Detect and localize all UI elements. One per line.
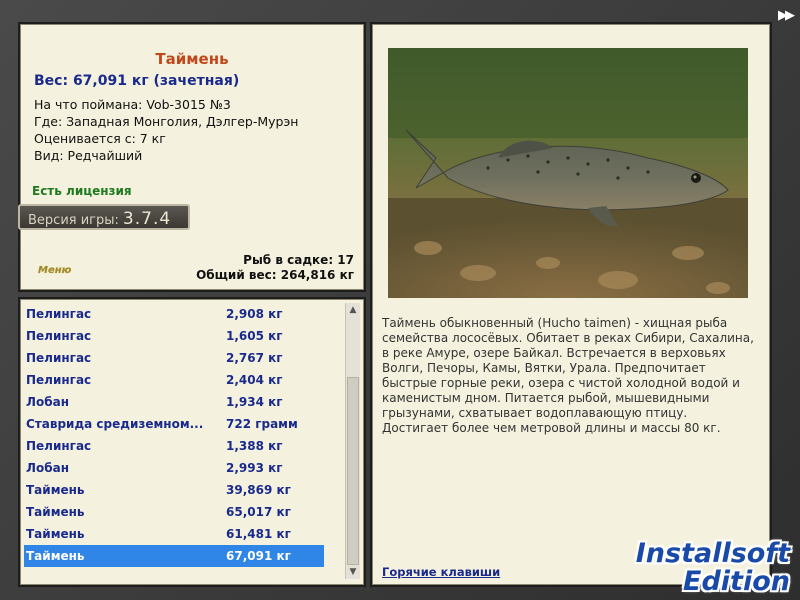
catch-fish-weight: 61,481 кг — [226, 527, 291, 541]
catch-fish-weight: 67,091 кг — [226, 549, 291, 563]
catch-list-item[interactable]: Лобан 2,993 кг — [24, 457, 324, 479]
catch-fish-weight: 65,017 кг — [226, 505, 291, 519]
keep-total-weight: Общий вес: 264,816 кг — [196, 268, 354, 282]
scroll-down-icon[interactable]: ▼ — [346, 565, 360, 579]
catch-list-item[interactable]: Пелингас 1,388 кг — [24, 435, 324, 457]
catch-fish-name: Таймень — [26, 549, 85, 563]
scroll-up-icon[interactable]: ▲ — [346, 303, 360, 317]
catch-fish-name: Таймень — [26, 483, 85, 497]
catch-list-item[interactable]: Таймень 39,869 кг — [24, 479, 324, 501]
catch-list-item[interactable]: Пелингас 2,767 кг — [24, 347, 324, 369]
keep-count: Рыб в садке: 17 — [243, 253, 354, 267]
catch-list-item[interactable]: Пелингас 2,404 кг — [24, 369, 324, 391]
catch-fish-weight: 2,908 кг — [226, 307, 283, 321]
version-label: Версия игры: — [28, 213, 119, 228]
catch-list-panel: Пелингас 2,908 кг Пелингас 1,605 кг Пелингас… — [18, 297, 366, 587]
catch-fish-weight: 2,767 кг — [226, 351, 283, 365]
fish-rarity: Вид: Редчайший — [34, 148, 143, 163]
fish-photo — [388, 48, 748, 298]
version-number: 3.7.4 — [122, 209, 172, 229]
catch-fish-name: Лобан — [26, 461, 69, 475]
game-version-badge: Версия игры: 3.7.4 — [18, 204, 190, 230]
catch-fish-weight: 1,388 кг — [226, 439, 283, 453]
fish-weight: Вес: 67,091 кг (зачетная) — [34, 73, 240, 89]
catch-location: Где: Западная Монголия, Дэлгер-Мурэн — [34, 114, 299, 129]
watermark-line2: Edition — [683, 566, 790, 597]
catch-list-item[interactable]: Пелингас 1,605 кг — [24, 325, 324, 347]
catch-fish-weight: 2,993 кг — [226, 461, 283, 475]
scroll-thumb[interactable] — [347, 377, 359, 565]
catch-fish-name: Таймень — [26, 505, 85, 519]
catch-fish-weight: 722 грамм — [226, 417, 298, 431]
fast-forward-icon[interactable]: ▶▶ — [778, 8, 795, 23]
catch-fish-name: Пелингас — [26, 351, 92, 365]
catch-fish-weight: 39,869 кг — [226, 483, 291, 497]
catch-fish-name: Пелингас — [26, 439, 92, 453]
hotkeys-link[interactable]: Горячие клавиши — [382, 565, 500, 579]
catch-list-item[interactable]: Пелингас 2,908 кг — [24, 303, 324, 325]
watermark-line1: Installsoft — [635, 538, 790, 569]
catch-list-item[interactable]: Таймень 65,017 кг — [24, 501, 324, 523]
taimen-fish-image — [388, 48, 748, 298]
catch-list-item[interactable]: Ставрида средиземном... 722 грамм — [24, 413, 324, 435]
catch-list-item[interactable]: Таймень 67,091 кг — [24, 545, 324, 567]
catch-list-item[interactable]: Таймень 61,481 кг — [24, 523, 324, 545]
catch-fish-name: Пелингас — [26, 307, 92, 321]
caught-with: На что поймана: Vob-3015 №3 — [34, 97, 231, 112]
catch-fish-name: Таймень — [26, 527, 85, 541]
catch-fish-name: Ставрида средиземном... — [26, 417, 204, 431]
game-window: ▶▶ Таймень Вес: 67,091 кг (зачетная) На … — [0, 0, 800, 600]
catch-fish-name: Пелингас — [26, 373, 92, 387]
catch-fish-weight: 1,605 кг — [226, 329, 283, 343]
catch-fish-name: Пелингас — [26, 329, 92, 343]
catch-fish-weight: 1,934 кг — [226, 395, 283, 409]
fish-description-panel: Таймень обыкновенный (Hucho taimen) - хи… — [370, 22, 772, 587]
license-status: Есть лицензия — [32, 184, 132, 198]
installsoft-watermark: Installsoft Edition — [636, 540, 790, 596]
fish-description: Таймень обыкновенный (Hucho taimen) - хи… — [382, 316, 754, 435]
list-scrollbar[interactable]: ▲ ▼ — [345, 303, 360, 579]
menu-button[interactable]: Меню — [38, 265, 71, 276]
catch-list-item[interactable]: Лобан 1,934 кг — [24, 391, 324, 413]
catch-fish-name: Лобан — [26, 395, 69, 409]
catch-fish-weight: 2,404 кг — [226, 373, 283, 387]
valued-from: Оценивается с: 7 кг — [34, 131, 166, 146]
fish-info-panel: Таймень Вес: 67,091 кг (зачетная) На что… — [18, 22, 366, 292]
fish-title: Таймень — [155, 50, 229, 68]
